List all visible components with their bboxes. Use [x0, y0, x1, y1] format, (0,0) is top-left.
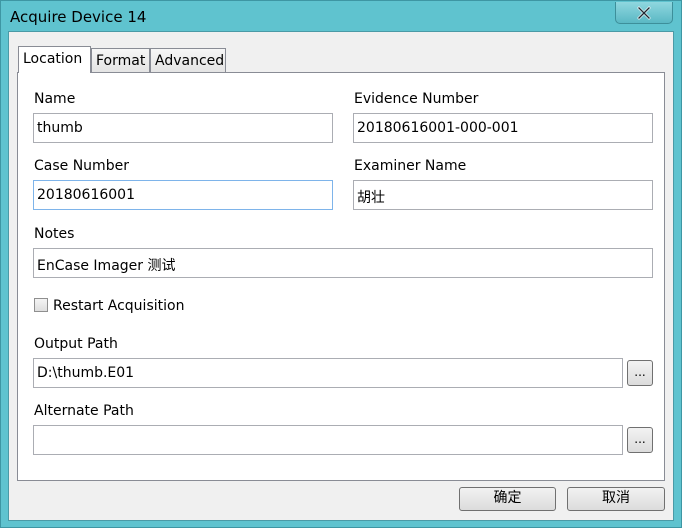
alternate-path-browse-button[interactable]: ... [627, 427, 653, 453]
dialog-window: Acquire Device 14 Location Format Advanc… [0, 0, 682, 528]
window-title: Acquire Device 14 [10, 8, 147, 26]
tab-location[interactable]: Location [18, 46, 91, 73]
notes-label: Notes [34, 226, 75, 242]
tab-advanced[interactable]: Advanced [150, 48, 226, 72]
dialog-client-area: Location Format Advanced Name thumb Evid… [8, 31, 674, 521]
output-path-browse-button[interactable]: ... [627, 360, 653, 386]
title-bar[interactable]: Acquire Device 14 [1, 1, 681, 33]
evidence-number-field[interactable]: 20180616001-000-001 [353, 113, 653, 143]
close-button[interactable] [615, 2, 673, 24]
notes-field[interactable]: EnCase Imager 测试 [33, 248, 653, 278]
alternate-path-field[interactable] [33, 425, 623, 455]
name-field[interactable]: thumb [33, 113, 333, 143]
tab-format[interactable]: Format [91, 48, 150, 72]
location-panel: Name thumb Evidence Number 20180616001-0… [17, 72, 665, 481]
restart-acquisition-checkbox[interactable] [34, 298, 48, 312]
case-number-label: Case Number [34, 158, 129, 174]
cancel-button[interactable]: 取消 [567, 487, 665, 511]
output-path-label: Output Path [34, 336, 118, 352]
name-label: Name [34, 91, 76, 107]
case-number-field[interactable]: 20180616001 [33, 180, 333, 210]
restart-acquisition-label[interactable]: Restart Acquisition [53, 298, 184, 314]
close-icon [637, 5, 651, 20]
alternate-path-label: Alternate Path [34, 403, 134, 419]
examiner-name-field[interactable]: 胡壮 [353, 180, 653, 210]
examiner-name-label: Examiner Name [354, 158, 467, 174]
evidence-number-label: Evidence Number [354, 91, 479, 107]
ok-button[interactable]: 确定 [459, 487, 556, 511]
output-path-field[interactable]: D:\thumb.E01 [33, 358, 623, 388]
